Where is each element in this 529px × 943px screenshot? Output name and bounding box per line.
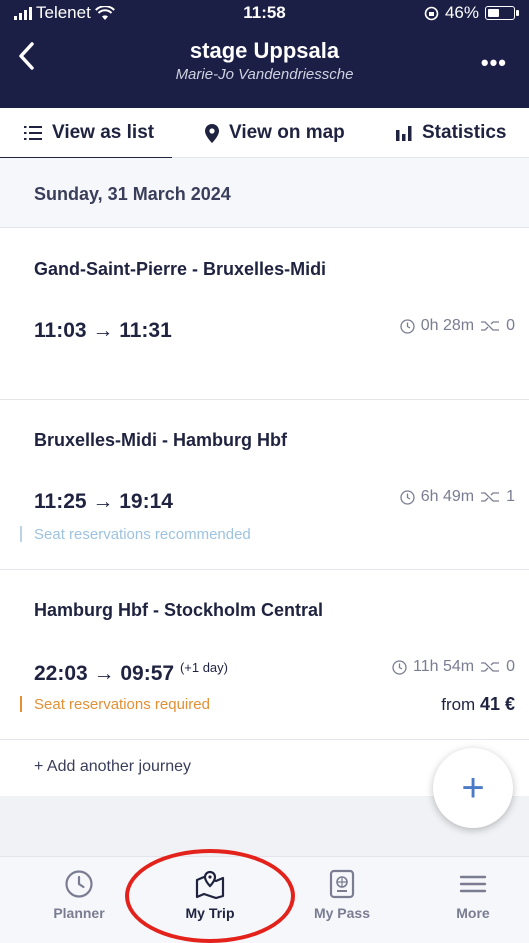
view-tabs: View as list View on map Statistics xyxy=(0,108,529,159)
journey-card[interactable]: Gand-Saint-Pierre - Bruxelles-Midi 11:03… xyxy=(0,229,529,400)
journey-meta: 0h 28m 0 xyxy=(400,317,515,335)
tab-view-as-list[interactable]: View as list xyxy=(0,108,173,159)
more-options-button[interactable]: ••• xyxy=(481,50,507,76)
page-title: stage Uppsala xyxy=(189,38,340,63)
tab-label: View as list xyxy=(52,122,155,143)
title-block: stage Uppsala Marie-Jo Vandendriessche xyxy=(0,38,529,83)
list-icon xyxy=(24,126,42,140)
clock-icon xyxy=(400,489,415,505)
tab-statistics[interactable]: Statistics xyxy=(396,108,506,158)
journey-times-text: 11:03 → 11:31 xyxy=(34,319,172,342)
journey-price: from 41 € xyxy=(441,694,515,715)
nav-label: More xyxy=(456,905,490,921)
date-header: Sunday, 31 March 2024 xyxy=(0,158,529,228)
journey-times-text: 22:03 → 09:57 xyxy=(34,662,175,685)
journey-meta: 6h 49m 1 xyxy=(400,488,515,506)
add-journey-fab[interactable]: + xyxy=(433,748,513,828)
plus-icon: + xyxy=(461,765,485,810)
journey-transfers: 0 xyxy=(506,658,515,675)
bar-chart-icon xyxy=(396,125,412,141)
journey-times: 11:25 → 19:14 xyxy=(34,490,173,514)
journey-meta: 11h 54m 0 xyxy=(392,658,515,676)
passport-icon xyxy=(329,869,355,899)
map-trip-icon xyxy=(195,870,225,899)
journey-transfers: 1 xyxy=(506,488,515,505)
day-offset: (+1 day) xyxy=(179,660,228,675)
journey-card[interactable]: Bruxelles-Midi - Hamburg Hbf 11:25 → 19:… xyxy=(0,400,529,570)
journey-duration: 6h 49m xyxy=(420,488,475,505)
battery-icon xyxy=(485,6,519,20)
reservation-note: Seat reservations required xyxy=(34,696,210,713)
price-value: 41 € xyxy=(479,694,515,714)
reservation-indicator xyxy=(20,696,22,712)
tab-label: View on map xyxy=(229,122,345,143)
transfer-icon xyxy=(481,662,500,672)
bottom-nav: Planner My Trip My Pass More xyxy=(0,856,529,943)
nav-more[interactable]: More xyxy=(423,869,523,921)
clock-icon xyxy=(400,318,415,334)
tab-label: Statistics xyxy=(422,122,507,143)
status-bar: Telenet 11:58 46% xyxy=(0,0,529,26)
nav-label: My Trip xyxy=(185,905,235,921)
orientation-lock-icon xyxy=(424,6,439,20)
reservation-note: Seat reservations recommended xyxy=(34,526,251,543)
journey-card[interactable]: Hamburg Hbf - Stockholm Central 22:03 → … xyxy=(0,570,529,740)
map-pin-icon xyxy=(205,123,219,143)
reservation-indicator xyxy=(20,526,22,542)
journey-times-text: 11:25 → 19:14 xyxy=(34,490,173,513)
journey-duration: 11h 54m xyxy=(413,658,475,675)
add-journey-link[interactable]: + Add another journey xyxy=(34,758,191,776)
journey-route: Hamburg Hbf - Stockholm Central xyxy=(34,600,324,620)
journey-route: Bruxelles-Midi - Hamburg Hbf xyxy=(34,430,288,450)
tab-view-on-map[interactable]: View on map xyxy=(205,108,345,158)
transfer-icon xyxy=(481,321,500,331)
transfer-icon xyxy=(481,492,500,502)
nav-planner[interactable]: Planner xyxy=(29,869,129,921)
journey-times: 22:03 → 09:57 (+1 day) xyxy=(34,660,228,686)
journey-duration: 0h 28m xyxy=(420,317,475,334)
nav-my-trip[interactable]: My Trip xyxy=(160,869,260,921)
clock-icon xyxy=(65,870,93,898)
date-label: Sunday, 31 March 2024 xyxy=(34,184,231,204)
journey-transfers: 0 xyxy=(506,317,515,334)
journey-times: 11:03 → 11:31 xyxy=(34,319,172,343)
price-prefix: from xyxy=(441,695,476,714)
nav-label: My Pass xyxy=(313,905,371,921)
battery-percent: 46% xyxy=(444,3,479,22)
nav-my-pass[interactable]: My Pass xyxy=(292,869,392,921)
page-subtitle: Marie-Jo Vandendriessche xyxy=(175,66,354,83)
journey-route: Gand-Saint-Pierre - Bruxelles-Midi xyxy=(34,259,327,279)
nav-label: Planner xyxy=(53,905,105,921)
clock-icon xyxy=(392,659,407,675)
menu-icon xyxy=(459,875,487,893)
header-bar: Telenet 11:58 46% stage Uppsala Marie-Jo… xyxy=(0,0,529,108)
